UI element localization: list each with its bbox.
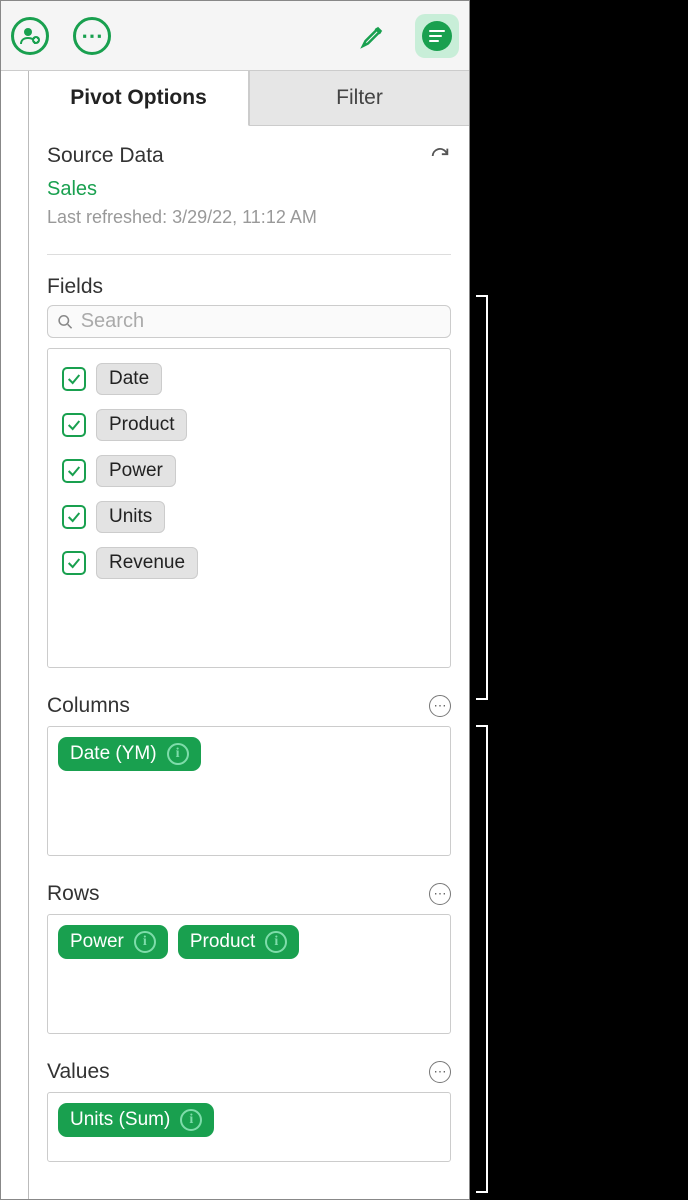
fields-search[interactable] — [47, 305, 451, 338]
info-icon[interactable]: i — [167, 743, 189, 765]
field-chip[interactable]: Units — [96, 501, 165, 533]
field-chip[interactable]: Power — [96, 455, 176, 487]
callout-bracket — [478, 725, 488, 1193]
source-data-label: Source Data — [47, 144, 164, 168]
field-row: Revenue — [62, 547, 436, 579]
callout-bracket — [478, 295, 488, 700]
fields-label: Fields — [47, 275, 103, 299]
columns-zone[interactable]: Date (YM) i — [47, 726, 451, 856]
columns-more-icon[interactable] — [429, 695, 451, 717]
values-label: Values — [47, 1060, 110, 1084]
values-zone[interactable]: Units (Sum) i — [47, 1092, 451, 1162]
values-header: Values — [47, 1060, 451, 1084]
info-icon[interactable]: i — [180, 1109, 202, 1131]
toolbar — [1, 1, 469, 71]
field-chip[interactable]: Revenue — [96, 547, 198, 579]
value-pill[interactable]: Units (Sum) i — [58, 1103, 214, 1137]
divider — [47, 254, 451, 255]
add-collaborator-icon[interactable] — [11, 17, 49, 55]
pill-label: Product — [190, 931, 255, 953]
rows-label: Rows — [47, 882, 100, 906]
pill-label: Date (YM) — [70, 743, 157, 765]
tab-filter[interactable]: Filter — [249, 71, 469, 126]
fields-list: Date Product Power Units — [47, 348, 451, 668]
search-input[interactable] — [81, 310, 442, 333]
row-pill[interactable]: Product i — [178, 925, 299, 959]
source-table-link[interactable]: Sales — [47, 178, 451, 201]
columns-label: Columns — [47, 694, 130, 718]
app-frame: Pivot Options Filter Source Data Sales L… — [0, 0, 470, 1200]
values-more-icon[interactable] — [429, 1061, 451, 1083]
info-icon[interactable]: i — [265, 931, 287, 953]
rows-more-icon[interactable] — [429, 883, 451, 905]
refresh-icon[interactable] — [429, 145, 451, 167]
column-pill[interactable]: Date (YM) i — [58, 737, 201, 771]
sheet-edge — [1, 71, 29, 1199]
pill-label: Power — [70, 931, 124, 953]
field-chip[interactable]: Date — [96, 363, 162, 395]
field-row: Power — [62, 455, 436, 487]
rows-zone[interactable]: Poweri Producti — [47, 914, 451, 1034]
inspector-panel: Pivot Options Filter Source Data Sales L… — [29, 71, 469, 1199]
pill-label: Units (Sum) — [70, 1109, 170, 1131]
callouts — [470, 0, 688, 1200]
field-checkbox[interactable] — [62, 505, 86, 529]
search-icon — [56, 312, 75, 332]
panel-scroll[interactable]: Source Data Sales Last refreshed: 3/29/2… — [29, 126, 469, 1199]
organize-button[interactable] — [415, 14, 459, 58]
field-row: Product — [62, 409, 436, 441]
rows-header: Rows — [47, 882, 451, 906]
field-checkbox[interactable] — [62, 459, 86, 483]
last-refreshed-text: Last refreshed: 3/29/22, 11:12 AM — [47, 207, 451, 228]
row-pill[interactable]: Poweri — [58, 925, 168, 959]
field-row: Date — [62, 363, 436, 395]
info-icon[interactable]: i — [134, 931, 156, 953]
format-brush-icon[interactable] — [355, 18, 391, 54]
source-data-header: Source Data — [47, 144, 451, 168]
tab-bar: Pivot Options Filter — [29, 71, 469, 126]
columns-header: Columns — [47, 694, 451, 718]
field-chip[interactable]: Product — [96, 409, 187, 441]
field-checkbox[interactable] — [62, 367, 86, 391]
more-options-icon[interactable] — [73, 17, 111, 55]
field-row: Units — [62, 501, 436, 533]
field-checkbox[interactable] — [62, 413, 86, 437]
tab-pivot-options[interactable]: Pivot Options — [29, 71, 249, 126]
field-checkbox[interactable] — [62, 551, 86, 575]
organize-icon — [422, 21, 452, 51]
